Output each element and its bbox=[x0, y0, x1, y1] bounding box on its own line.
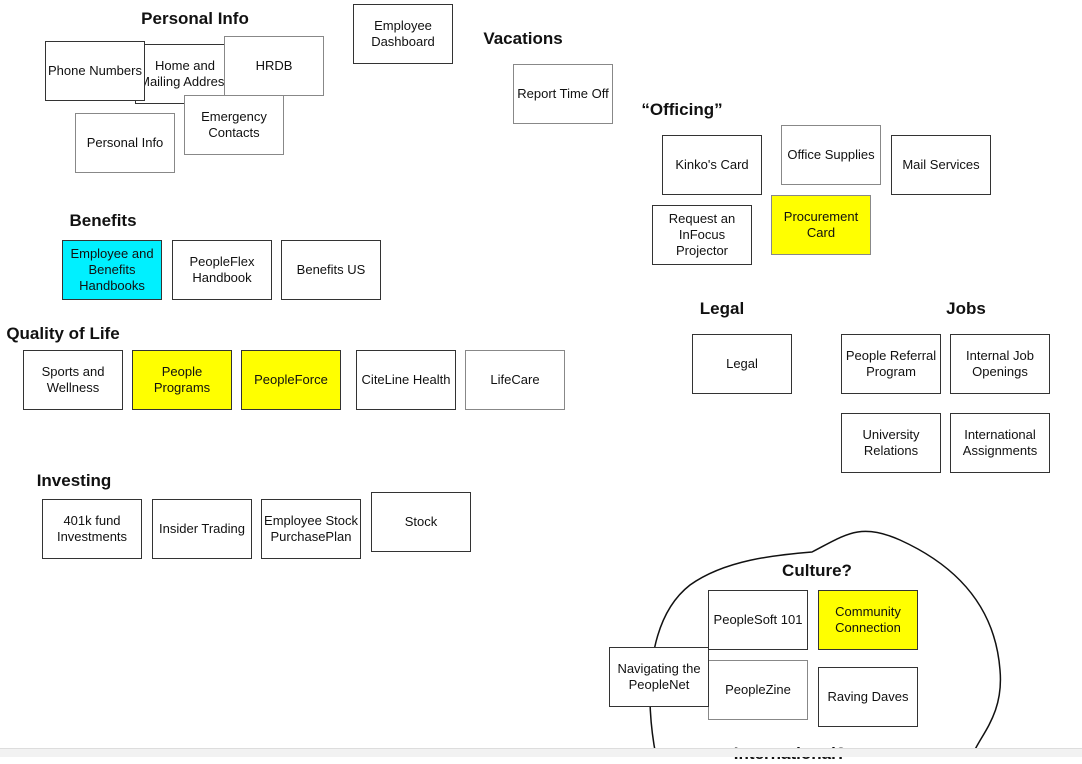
card-procurement[interactable]: Procurement Card bbox=[771, 195, 871, 255]
heading-quality-of-life: Quality of Life bbox=[6, 324, 120, 343]
card-navigating-peoplenet[interactable]: Navigating the PeopleNet bbox=[609, 647, 709, 707]
card-phone-numbers[interactable]: Phone Numbers bbox=[45, 41, 145, 101]
card-peoplezine[interactable]: PeopleZine bbox=[708, 660, 808, 720]
card-kinkos[interactable]: Kinko's Card bbox=[662, 135, 762, 195]
card-people-referral[interactable]: People Referral Program bbox=[841, 334, 941, 394]
card-stock[interactable]: Stock bbox=[371, 492, 471, 552]
card-benefits-us[interactable]: Benefits US bbox=[281, 240, 381, 300]
card-peopleforce[interactable]: PeopleForce bbox=[241, 350, 341, 410]
card-handbooks[interactable]: Employee and Benefits Handbooks bbox=[62, 240, 162, 300]
card-lifecare[interactable]: LifeCare bbox=[465, 350, 565, 410]
card-infocus-projector[interactable]: Request an InFocus Projector bbox=[652, 205, 752, 265]
heading-culture: Culture? bbox=[782, 561, 852, 580]
card-peoplesoft-101[interactable]: PeopleSoft 101 bbox=[708, 590, 808, 650]
card-citeline[interactable]: CiteLine Health bbox=[356, 350, 456, 410]
card-401k[interactable]: 401k fund Investments bbox=[42, 499, 142, 559]
card-personal-info[interactable]: Personal Info bbox=[75, 113, 175, 173]
card-employee-dashboard[interactable]: Employee Dashboard bbox=[353, 4, 453, 64]
card-peopleflex[interactable]: PeopleFlex Handbook bbox=[172, 240, 272, 300]
card-insider-trading[interactable]: Insider Trading bbox=[152, 499, 252, 559]
card-internal-jobs[interactable]: Internal Job Openings bbox=[950, 334, 1050, 394]
card-espp[interactable]: Employee Stock PurchasePlan bbox=[261, 499, 361, 559]
heading-personal-info: Personal Info bbox=[141, 9, 249, 28]
card-sports-wellness[interactable]: Sports and Wellness bbox=[23, 350, 123, 410]
heading-investing: Investing bbox=[36, 471, 112, 490]
card-office-supplies[interactable]: Office Supplies bbox=[781, 125, 881, 185]
card-legal[interactable]: Legal bbox=[692, 334, 792, 394]
heading-officing: “Officing” bbox=[641, 100, 723, 119]
heading-jobs: Jobs bbox=[946, 299, 986, 318]
card-emergency-contacts[interactable]: Emergency Contacts bbox=[184, 95, 284, 155]
card-people-programs[interactable]: People Programs bbox=[132, 350, 232, 410]
card-raving-daves[interactable]: Raving Daves bbox=[818, 667, 918, 727]
heading-legal: Legal bbox=[699, 299, 745, 318]
card-mail-services[interactable]: Mail Services bbox=[891, 135, 991, 195]
card-community-connection[interactable]: Community Connection bbox=[818, 590, 918, 650]
card-university-relations[interactable]: University Relations bbox=[841, 413, 941, 473]
card-hrdb[interactable]: HRDB bbox=[224, 36, 324, 96]
card-report-time-off[interactable]: Report Time Off bbox=[513, 64, 613, 124]
heading-benefits: Benefits bbox=[69, 211, 137, 230]
heading-vacations: Vacations bbox=[483, 29, 563, 48]
card-international-assignments[interactable]: International Assignments bbox=[950, 413, 1050, 473]
